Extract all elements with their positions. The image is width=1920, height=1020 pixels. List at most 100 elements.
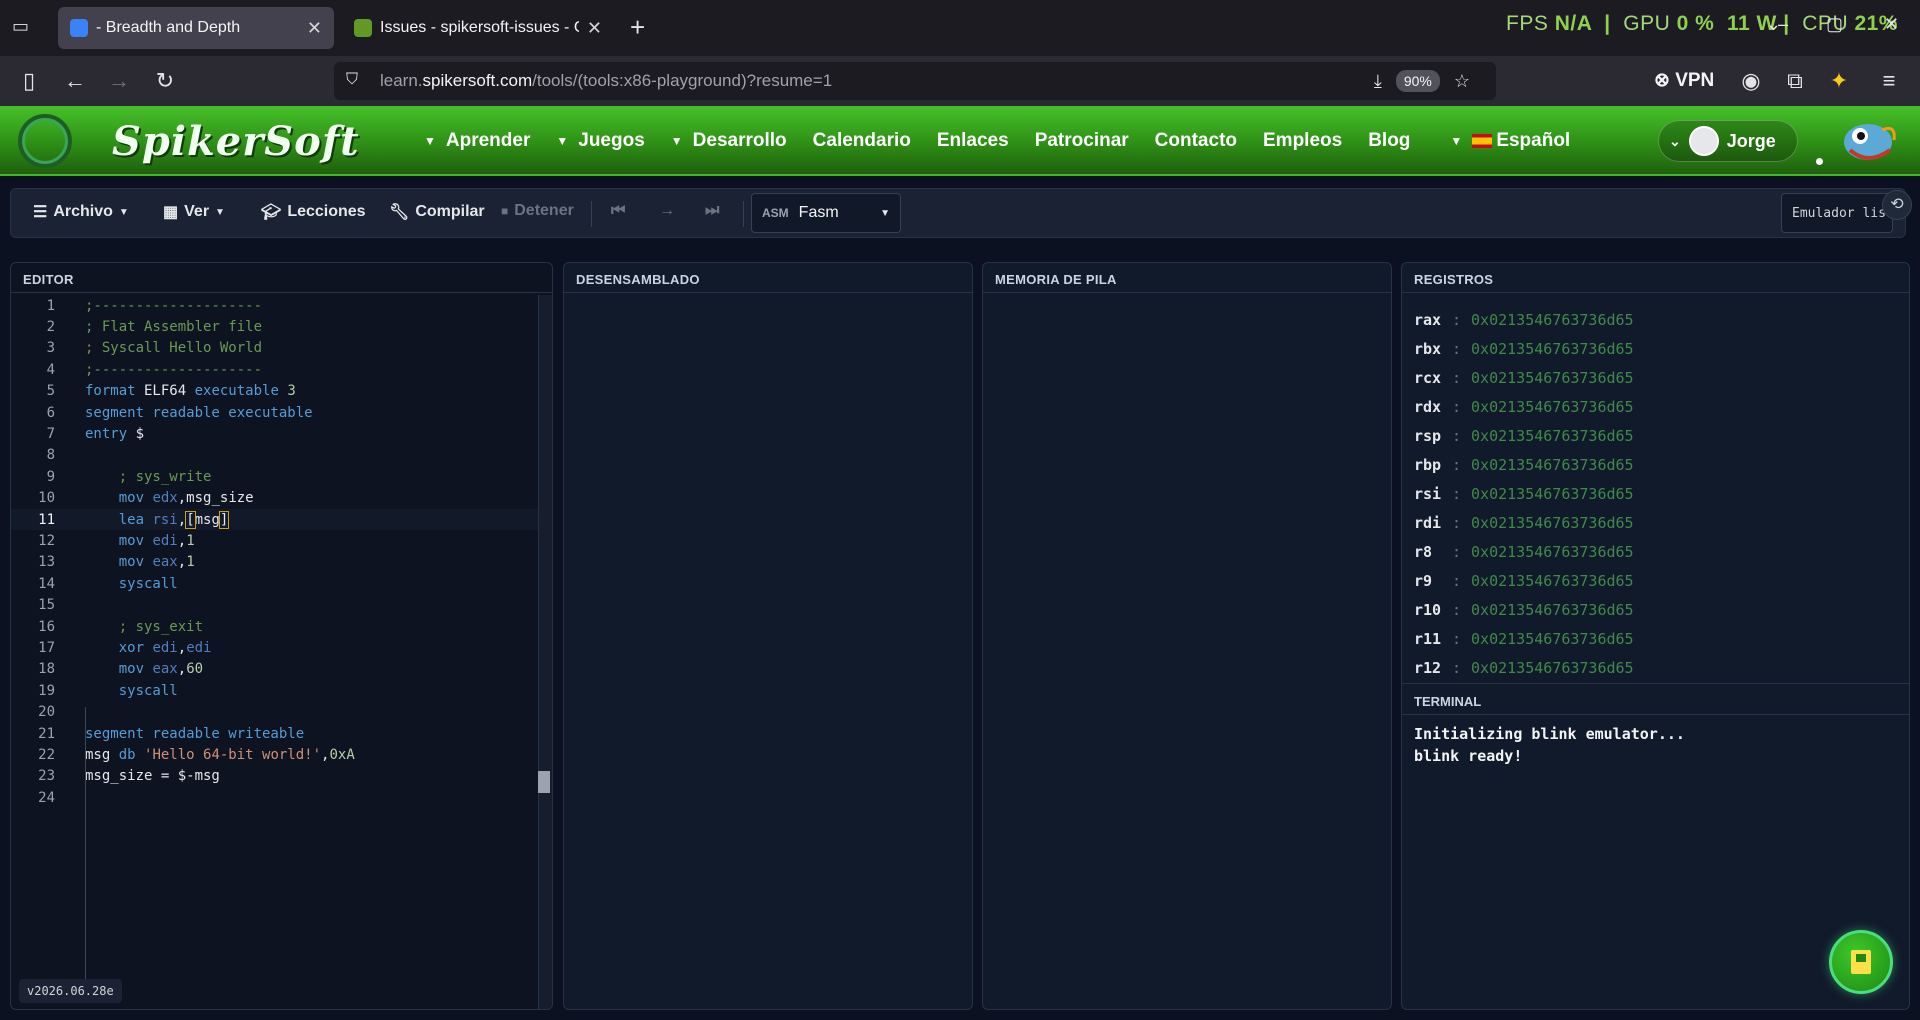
menu-item-enlaces[interactable]: Enlaces — [937, 130, 1009, 152]
spain-flag-icon — [1472, 134, 1493, 148]
url-text[interactable]: learn.spikersoft.com/tools/(tools:x86-pl… — [380, 71, 1374, 91]
register-row-rbp: rbp:0x0213546763736d65 — [1414, 450, 1897, 479]
register-value[interactable]: 0x0213546763736d65 — [1471, 427, 1634, 445]
archivo-menu-button[interactable]: ☰ Archivo ▼ — [33, 202, 129, 222]
star-icon[interactable]: ☆ — [1454, 71, 1470, 92]
code-line-current: 11 lea rsi,[msg] — [11, 508, 538, 531]
editor-scrollbar[interactable] — [538, 295, 552, 1009]
url-bar[interactable]: ⛉ learn.spikersoft.com/tools/(tools:x86-… — [334, 62, 1496, 100]
language-selector[interactable]: ▼ Español — [1450, 130, 1570, 152]
compilar-button[interactable]: 🔧︎ Compilar — [389, 202, 485, 222]
minimize-icon[interactable]: – — [1778, 14, 1788, 35]
shield-icon[interactable]: ⛉ — [346, 71, 366, 91]
step-forward-icon[interactable]: → — [659, 202, 675, 220]
account-icon[interactable]: ◉ — [1736, 66, 1766, 96]
vpn-button[interactable]: ⊗ VPN — [1654, 69, 1714, 92]
forward-arrow-icon[interactable]: → — [104, 66, 134, 96]
menu-item-juegos[interactable]: ▼ Juegos — [556, 130, 644, 152]
register-name: r10 — [1414, 600, 1442, 619]
register-value[interactable]: 0x0213546763736d65 — [1471, 485, 1634, 503]
menu-item-blog[interactable]: Blog — [1368, 130, 1410, 152]
history-icon[interactable]: ⟲ — [1882, 190, 1912, 220]
logo-icon[interactable] — [18, 114, 72, 168]
menu-item-patrocinar[interactable]: Patrocinar — [1035, 130, 1129, 152]
register-value[interactable]: 0x0213546763736d65 — [1471, 601, 1634, 619]
code-line: 10 mov edx,msg_size — [38, 490, 254, 507]
register-value[interactable]: 0x0213546763736d65 — [1471, 369, 1634, 387]
register-name: r12 — [1414, 658, 1442, 677]
close-window-icon[interactable]: ✕ — [1884, 14, 1899, 35]
editor-panel: EDITOR 1 ;-------------------- 2; Flat As… — [10, 262, 553, 1010]
register-row-rsp: rsp:0x0213546763736d65 — [1414, 421, 1897, 450]
registers-title: REGISTROS — [1402, 263, 1909, 293]
registers-panel: REGISTROS rax:0x0213546763736d65 rbx:0x02… — [1401, 262, 1910, 1010]
code-line: 19 syscall — [38, 682, 178, 699]
register-value[interactable]: 0x0213546763736d65 — [1471, 311, 1634, 329]
terminal-line: Initializing blink emulator... — [1414, 725, 1685, 743]
register-separator: : — [1452, 310, 1462, 329]
site-logo[interactable]: SpikerSoft — [112, 118, 360, 165]
ver-menu-button[interactable]: ▦ Ver ▼ — [163, 202, 225, 222]
terminal-output[interactable]: Initializing blink emulator... blink rea… — [1414, 723, 1685, 767]
editor-toolbar: ☰ Archivo ▼ ▦ Ver ▼ 🎓︎ Lecciones 🔧︎ Compilar ■… — [10, 188, 1906, 238]
register-value[interactable]: 0x0213546763736d65 — [1471, 514, 1634, 532]
reload-icon[interactable]: ↻ — [150, 66, 180, 96]
tab-gitea-issues[interactable]: Issues - spikersoft-issues - Gitea ✕ — [342, 7, 614, 49]
code-line: 16 ; sys_exit — [38, 618, 204, 635]
detener-button[interactable]: ■ Detener — [501, 202, 574, 220]
menu-icon[interactable]: ≡ — [1874, 66, 1904, 96]
register-value[interactable]: 0x0213546763736d65 — [1471, 340, 1634, 358]
register-value[interactable]: 0x0213546763736d65 — [1471, 572, 1634, 590]
menu-item-contacto[interactable]: Contacto — [1155, 130, 1237, 152]
download-icon[interactable]: ⤓ — [1374, 71, 1382, 92]
step-back-icon[interactable]: ⏮ — [611, 202, 625, 220]
menu-item-desarrollo[interactable]: ▼ Desarrollo — [671, 130, 787, 152]
close-tab-icon[interactable]: ✕ — [587, 18, 602, 39]
tab-list-icon[interactable]: ▭ — [12, 16, 38, 40]
code-line: 6 segment readable executable — [46, 404, 313, 421]
register-row-r11: r11:0x0213546763736d65 — [1414, 624, 1897, 653]
user-menu[interactable]: ⌄ Jorge — [1658, 120, 1798, 162]
register-value[interactable]: 0x0213546763736d65 — [1471, 659, 1634, 677]
register-separator: : — [1452, 339, 1462, 358]
menu-item-calendario[interactable]: Calendario — [813, 130, 911, 152]
assembler-select[interactable]: ASM Fasm ▼ — [751, 193, 901, 233]
register-value[interactable]: 0x0213546763736d65 — [1471, 398, 1634, 416]
lecciones-button[interactable]: 🎓︎ Lecciones — [261, 202, 366, 222]
code-editor[interactable]: 1 ;-------------------- 2; Flat Assembler… — [11, 295, 538, 975]
fast-forward-icon[interactable]: ⏭ — [705, 202, 719, 220]
browser-tab-bar: ▭ - Breadth and Depth ✕ Issues - spikers… — [0, 0, 1920, 56]
code-line: 4 ;-------------------- — [46, 361, 263, 378]
stack-memory-panel: MEMORIA DE PILA — [982, 262, 1392, 1010]
tab-breadth-and-depth[interactable]: - Breadth and Depth ✕ — [58, 7, 334, 49]
register-value[interactable]: 0x0213546763736d65 — [1471, 543, 1634, 561]
maximize-icon[interactable]: ▢ — [1826, 14, 1843, 35]
zoom-level[interactable]: 90% — [1395, 70, 1440, 92]
layout-icon: ▦ — [163, 204, 179, 221]
extensions-icon[interactable]: ⧉ — [1780, 66, 1810, 96]
code-line: 9 ; sys_write — [46, 468, 212, 485]
lessons-fab-button[interactable] — [1829, 930, 1893, 994]
register-value[interactable]: 0x0213546763736d65 — [1471, 456, 1634, 474]
register-separator: : — [1452, 368, 1462, 387]
disassembly-title: DESENSAMBLADO — [564, 263, 972, 293]
code-line: 20 — [38, 704, 55, 721]
register-row-rdi: rdi:0x0213546763736d65 — [1414, 508, 1897, 537]
sidebar-toggle-icon[interactable]: ▯ — [14, 66, 44, 96]
chameleon-mascot-icon[interactable] — [1838, 110, 1900, 170]
register-name: r11 — [1414, 629, 1442, 648]
site-header: SpikerSoft ▼ Aprender ▼ Juegos ▼ Desarrollo… — [0, 106, 1920, 176]
terminal-title: TERMINAL — [1402, 683, 1909, 715]
close-tab-icon[interactable]: ✕ — [307, 18, 322, 39]
back-arrow-icon[interactable]: ← — [60, 66, 90, 96]
register-value[interactable]: 0x0213546763736d65 — [1471, 630, 1634, 648]
hamburger-icon: ☰ — [33, 204, 48, 221]
register-name: rsp — [1414, 426, 1442, 445]
browser-nav-bar: ▯ ← → ↻ ⛉ learn.spikersoft.com/tools/(to… — [0, 56, 1920, 106]
indent-guide — [85, 707, 86, 981]
menu-item-empleos[interactable]: Empleos — [1263, 130, 1342, 152]
menu-item-aprender[interactable]: ▼ Aprender — [424, 130, 530, 152]
new-tab-icon[interactable]: + — [630, 12, 645, 43]
extension-alert-icon[interactable]: ✦ — [1824, 66, 1854, 96]
stop-icon: ■ — [501, 204, 509, 218]
